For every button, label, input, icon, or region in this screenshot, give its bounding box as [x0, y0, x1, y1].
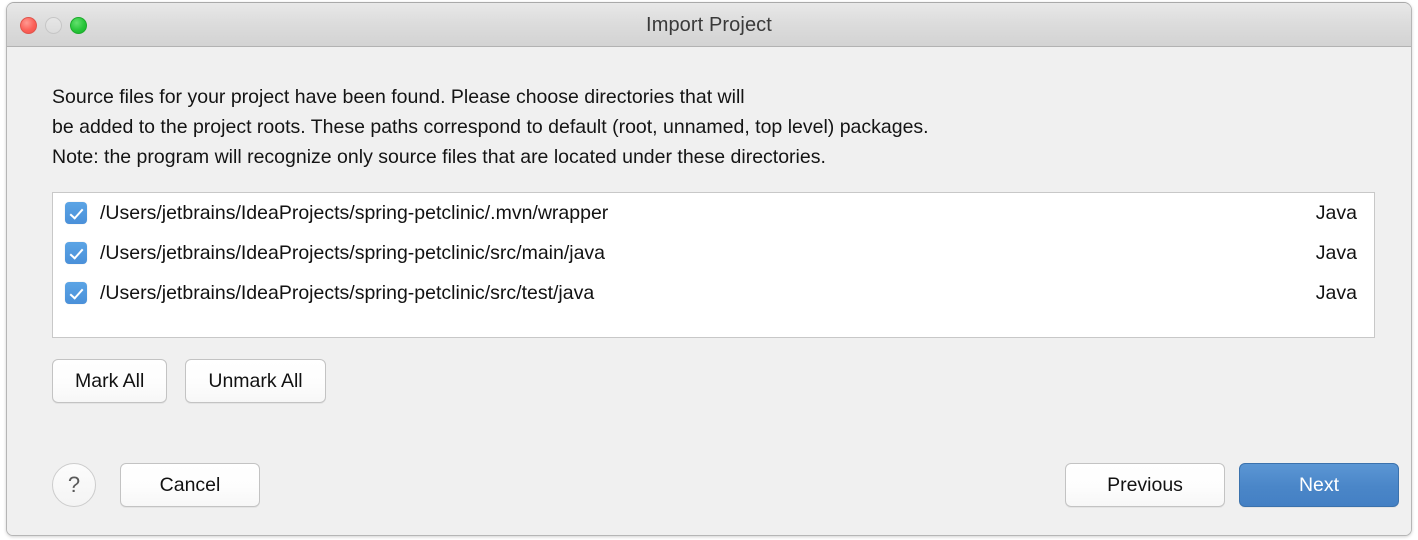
directory-type: Java — [1315, 201, 1357, 224]
mark-buttons-group: Mark All Unmark All — [52, 359, 326, 403]
list-item[interactable]: /Users/jetbrains/IdeaProjects/spring-pet… — [53, 233, 1374, 273]
description-text: Source files for your project have been … — [52, 86, 929, 168]
list-item[interactable]: /Users/jetbrains/IdeaProjects/spring-pet… — [53, 193, 1374, 233]
directory-type: Java — [1315, 241, 1357, 264]
cancel-button[interactable]: Cancel — [120, 463, 260, 507]
directory-type: Java — [1315, 281, 1357, 304]
window-titlebar: Import Project — [7, 3, 1411, 47]
previous-button[interactable]: Previous — [1065, 463, 1225, 507]
directory-path: /Users/jetbrains/IdeaProjects/spring-pet… — [100, 241, 606, 264]
help-button[interactable]: ? — [52, 463, 96, 507]
import-project-dialog: Import Project Source files for your pro… — [6, 2, 1412, 536]
checkbox-checked-icon[interactable] — [65, 242, 87, 264]
mark-all-button[interactable]: Mark All — [52, 359, 168, 403]
list-item[interactable]: /Users/jetbrains/IdeaProjects/spring-pet… — [53, 273, 1374, 313]
unmark-all-button[interactable]: Unmark All — [185, 359, 326, 403]
dialog-button-bar: ? Cancel Previous Next — [7, 462, 1411, 512]
source-directories-list[interactable]: /Users/jetbrains/IdeaProjects/spring-pet… — [52, 192, 1375, 338]
directory-path: /Users/jetbrains/IdeaProjects/spring-pet… — [100, 201, 609, 224]
next-button[interactable]: Next — [1239, 463, 1399, 507]
directory-path: /Users/jetbrains/IdeaProjects/spring-pet… — [100, 281, 595, 304]
checkbox-checked-icon[interactable] — [65, 282, 87, 304]
dialog-content: Source files for your project have been … — [7, 47, 1411, 535]
window-title: Import Project — [646, 14, 772, 36]
checkbox-checked-icon[interactable] — [65, 202, 87, 224]
